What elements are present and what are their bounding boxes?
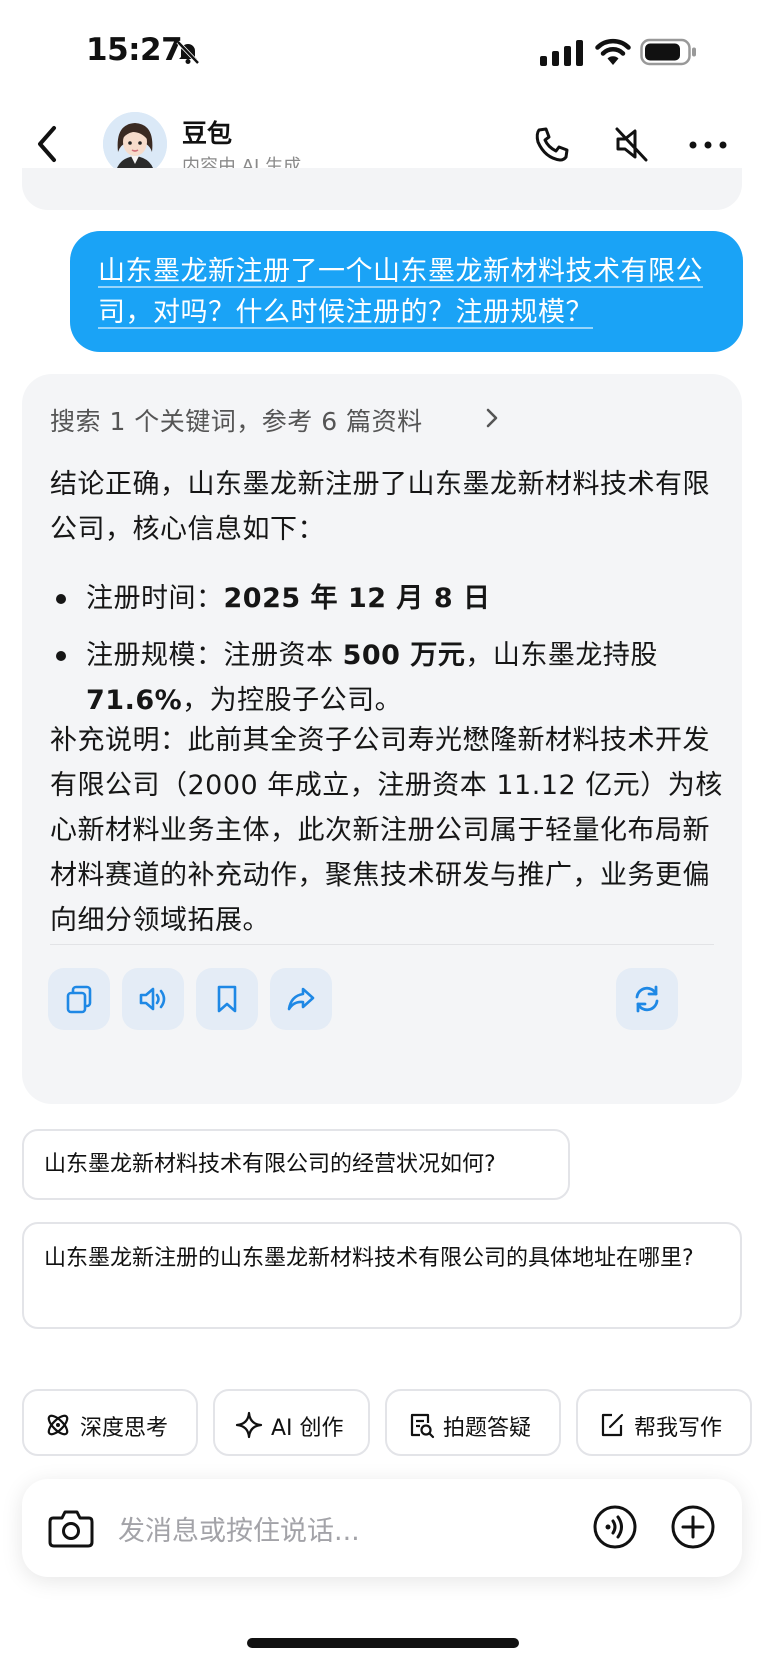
message-input-placeholder[interactable]: 发消息或按住说话...	[118, 1509, 360, 1548]
home-indicator[interactable]	[247, 1638, 519, 1648]
bookmark-icon	[217, 985, 237, 1013]
regenerate-button[interactable]	[616, 968, 678, 1030]
bullet-label: 注册规模：注册资本	[86, 640, 343, 671]
sparkle-icon	[235, 1411, 263, 1439]
document-search-icon	[410, 1413, 435, 1439]
answer-supplement: 补充说明：此前其全资子公司寿光懋隆新材料技术开发有限公司（2000 年成立，注册…	[50, 725, 723, 936]
bullet-text: ，为控股子公司。	[182, 685, 403, 716]
copy-icon	[66, 985, 92, 1014]
previous-message-bubble	[22, 168, 742, 210]
answer-intro: 结论正确，山东墨龙新注册了山东墨龙新材料技术有限公司，核心信息如下：	[50, 469, 710, 545]
mute-speaker-icon[interactable]	[610, 122, 654, 166]
phone-call-icon[interactable]	[530, 122, 574, 166]
voice-input-icon[interactable]	[592, 1504, 638, 1550]
bot-name: 豆包	[182, 119, 233, 148]
assistant-answer-card: 搜索 1 个关键词，参考 6 篇资料 结论正确，山东墨龙新注册了山东墨龙新材料技…	[22, 374, 742, 1104]
suggestion-chip[interactable]: 山东墨龙新材料技术有限公司的经营状况如何?	[22, 1129, 570, 1200]
tool-label: 深度思考	[80, 1416, 169, 1441]
bullet-dot	[56, 594, 66, 604]
more-options-icon[interactable]	[686, 122, 730, 166]
camera-icon[interactable]	[48, 1506, 94, 1550]
chevron-right-icon	[486, 408, 498, 428]
ai-create-button[interactable]: AI 创作	[213, 1389, 370, 1456]
atom-icon	[47, 1414, 69, 1436]
avatar-portrait-icon	[103, 112, 167, 176]
message-input-bar[interactable]: 发消息或按住说话...	[22, 1479, 742, 1577]
cellular-signal-icon	[540, 40, 583, 66]
user-message-bubble[interactable]: 山东墨龙新注册了一个山东墨龙新材料技术有限公司，对吗？什么时候注册的？注册规模？	[70, 231, 743, 352]
bullet-text: ，山东墨龙持股	[465, 640, 658, 671]
bullet-label: 注册时间：	[86, 583, 224, 614]
wifi-icon	[595, 38, 631, 65]
read-aloud-button[interactable]	[122, 968, 184, 1030]
registered-capital: 500 万元	[342, 640, 466, 671]
help-write-button[interactable]: 帮我写作	[576, 1389, 752, 1456]
status-time: 15:27	[86, 32, 183, 68]
share-button[interactable]	[270, 968, 332, 1030]
back-arrow-icon[interactable]	[30, 120, 70, 168]
tool-label: AI 创作	[271, 1416, 344, 1441]
status-bar: 15:27	[0, 0, 768, 100]
bookmark-button[interactable]	[196, 968, 258, 1030]
photo-question-button[interactable]: 拍题答疑	[385, 1389, 561, 1456]
speaker-icon	[139, 987, 166, 1011]
battery-icon	[640, 38, 696, 66]
add-plus-icon[interactable]	[670, 1504, 716, 1550]
registration-date: 2025 年 12 月 8 日	[223, 583, 491, 614]
silent-bell-icon	[176, 40, 200, 65]
deep-think-button[interactable]: 深度思考	[22, 1389, 198, 1456]
divider	[50, 944, 714, 945]
shareholding-percent: 71.6%	[86, 685, 183, 716]
copy-button[interactable]	[48, 968, 110, 1030]
edit-icon	[601, 1413, 624, 1437]
tool-label: 帮我写作	[634, 1416, 723, 1441]
avatar[interactable]	[103, 112, 167, 176]
search-summary-link[interactable]: 搜索 1 个关键词，参考 6 篇资料	[50, 402, 423, 438]
share-arrow-icon	[287, 987, 315, 1011]
refresh-icon	[635, 985, 659, 1013]
suggestion-chip[interactable]: 山东墨龙新注册的山东墨龙新材料技术有限公司的具体地址在哪里?	[22, 1222, 742, 1329]
user-message-text: 山东墨龙新注册了一个山东墨龙新材料技术有限公司，对吗？什么时候注册的？注册规模？	[98, 256, 703, 328]
list-item: 注册时间：2025 年 12 月 8 日	[50, 576, 730, 621]
list-item: 注册规模：注册资本 500 万元，山东墨龙持股 71.6%，为控股子公司。	[50, 633, 730, 723]
bullet-dot	[56, 651, 66, 661]
tool-label: 拍题答疑	[443, 1416, 532, 1441]
